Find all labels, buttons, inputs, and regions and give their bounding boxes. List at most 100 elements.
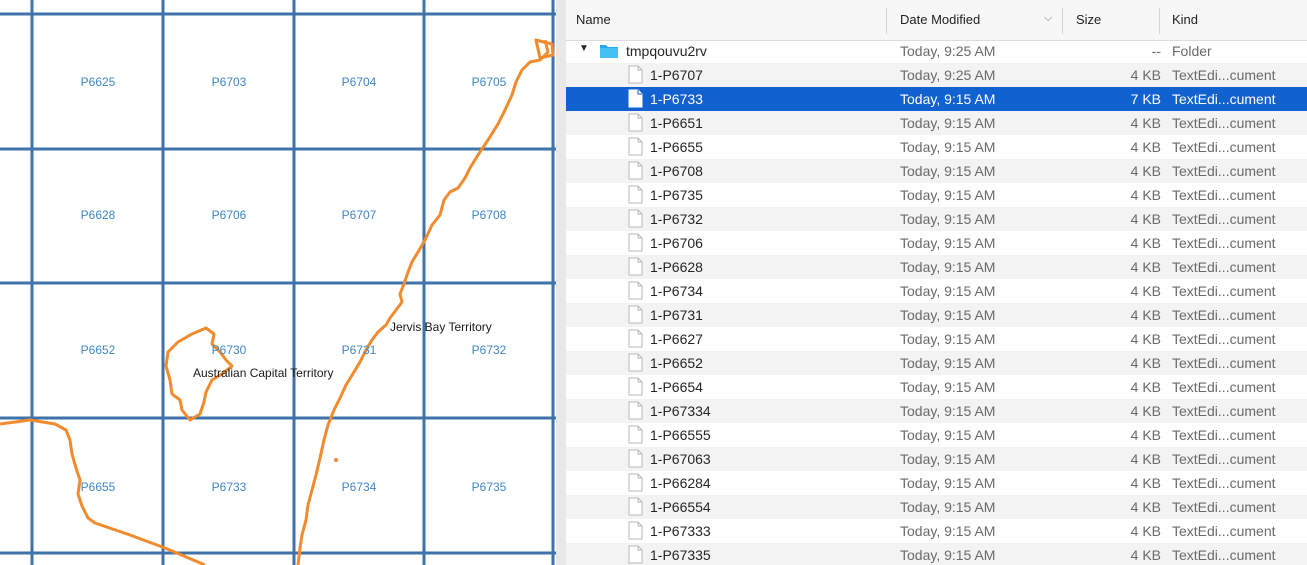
file-size: 4 KB — [1130, 115, 1161, 131]
column-separator[interactable] — [1062, 8, 1063, 34]
file-row[interactable]: 1-P67333 Today, 9:15 AM 4 KB TextEdi...cume… — [566, 519, 1307, 543]
file-row[interactable]: 1-P66555 Today, 9:15 AM 4 KB TextEdi...cume… — [566, 423, 1307, 447]
file-row[interactable]: 1-P6627 Today, 9:15 AM 4 KB TextEdi...cumen… — [566, 327, 1307, 351]
file-row[interactable]: 1-P6628 Today, 9:15 AM 4 KB TextEdi...cumen… — [566, 255, 1307, 279]
document-icon — [628, 281, 643, 300]
column-header-size[interactable]: Size — [1076, 12, 1101, 27]
file-row[interactable]: 1-P6731 Today, 9:15 AM 4 KB TextEdi...cumen… — [566, 303, 1307, 327]
map-cell-label: P6652 — [80, 343, 116, 357]
file-kind: TextEdi...cument — [1172, 547, 1276, 563]
file-date: Today, 9:15 AM — [900, 259, 996, 275]
file-name: 1-P66554 — [650, 499, 711, 515]
file-size: 4 KB — [1130, 475, 1161, 491]
document-icon — [628, 497, 643, 516]
file-row[interactable]: 1-P67334 Today, 9:15 AM 4 KB TextEdi...cume… — [566, 399, 1307, 423]
file-kind: TextEdi...cument — [1172, 355, 1276, 371]
file-date: Today, 9:15 AM — [900, 499, 996, 515]
file-name: 1-P67063 — [650, 451, 711, 467]
file-kind: TextEdi...cument — [1172, 475, 1276, 491]
document-icon — [628, 113, 643, 132]
column-header-kind[interactable]: Kind — [1172, 12, 1198, 27]
map-cell-label: P6625 — [80, 75, 116, 89]
pane-divider[interactable] — [556, 0, 566, 565]
file-date: Today, 9:15 AM — [900, 523, 996, 539]
document-icon — [628, 545, 643, 564]
file-date: Today, 9:15 AM — [900, 91, 996, 107]
finder-list-view[interactable]: Name Date Modified ⌵ Size Kind ▼ tmpqouv… — [566, 0, 1307, 565]
file-row[interactable]: 1-P6732 Today, 9:15 AM 4 KB TextEdi...cumen… — [566, 207, 1307, 231]
file-date: Today, 9:15 AM — [900, 163, 996, 179]
document-icon — [628, 473, 643, 492]
folder-date: Today, 9:25 AM — [900, 43, 996, 59]
document-icon — [628, 137, 643, 156]
file-date: Today, 9:15 AM — [900, 139, 996, 155]
file-name: 1-P67333 — [650, 523, 711, 539]
file-date: Today, 9:15 AM — [900, 355, 996, 371]
document-icon — [628, 65, 643, 84]
file-name: 1-P6733 — [650, 91, 703, 107]
file-name: 1-P6731 — [650, 307, 703, 323]
document-icon — [628, 305, 643, 324]
file-name: 1-P66284 — [650, 475, 711, 491]
file-row[interactable]: 1-P6652 Today, 9:15 AM 4 KB TextEdi...cumen… — [566, 351, 1307, 375]
folder-icon — [600, 45, 618, 58]
file-row[interactable]: 1-P6654 Today, 9:15 AM 4 KB TextEdi...cumen… — [566, 375, 1307, 399]
map-cell-label: P6733 — [211, 480, 247, 494]
folder-row[interactable]: ▼ tmpqouvu2rv Today, 9:25 AM -- Folder — [566, 39, 1307, 63]
file-kind: TextEdi...cument — [1172, 235, 1276, 251]
file-row[interactable]: 1-P67063 Today, 9:15 AM 4 KB TextEdi...cume… — [566, 447, 1307, 471]
document-icon — [628, 233, 643, 252]
folder-name: tmpqouvu2rv — [626, 43, 707, 59]
document-icon — [628, 353, 643, 372]
file-row[interactable]: 1-P6733 Today, 9:15 AM 7 KB TextEdi...cumen… — [566, 87, 1307, 111]
file-name: 1-P6734 — [650, 283, 703, 299]
map-cell-label: P6655 — [80, 480, 116, 494]
file-row[interactable]: 1-P67335 Today, 9:15 AM 4 KB TextEdi...cume… — [566, 543, 1307, 565]
file-name: 1-P6652 — [650, 355, 703, 371]
file-row[interactable]: 1-P6734 Today, 9:15 AM 4 KB TextEdi...cumen… — [566, 279, 1307, 303]
document-icon — [628, 161, 643, 180]
map-view[interactable]: P6625 P6703 P6704 P6705 P6628 P6706 P6707 P6708… — [0, 0, 556, 565]
file-kind: TextEdi...cument — [1172, 331, 1276, 347]
file-row[interactable]: 1-P6655 Today, 9:15 AM 4 KB TextEdi...cumen… — [566, 135, 1307, 159]
file-name: 1-P6655 — [650, 139, 703, 155]
file-row[interactable]: 1-P66554 Today, 9:15 AM 4 KB TextEdi...cume… — [566, 495, 1307, 519]
file-kind: TextEdi...cument — [1172, 67, 1276, 83]
file-row[interactable]: 1-P66284 Today, 9:15 AM 4 KB TextEdi...cume… — [566, 471, 1307, 495]
file-row[interactable]: 1-P6735 Today, 9:15 AM 4 KB TextEdi...cumen… — [566, 183, 1307, 207]
file-name: 1-P6735 — [650, 187, 703, 203]
file-kind: TextEdi...cument — [1172, 115, 1276, 131]
document-icon — [628, 185, 643, 204]
map-cell-label: P6705 — [471, 75, 507, 89]
file-kind: TextEdi...cument — [1172, 523, 1276, 539]
file-name: 1-P6628 — [650, 259, 703, 275]
file-size: 4 KB — [1130, 235, 1161, 251]
folder-kind: Folder — [1172, 43, 1212, 59]
file-size: 4 KB — [1130, 499, 1161, 515]
file-date: Today, 9:15 AM — [900, 187, 996, 203]
file-size: 4 KB — [1130, 283, 1161, 299]
disclosure-triangle-icon[interactable]: ▼ — [579, 43, 589, 54]
column-separator[interactable] — [1159, 8, 1160, 34]
file-date: Today, 9:15 AM — [900, 235, 996, 251]
column-header-name[interactable]: Name — [576, 12, 611, 27]
file-row[interactable]: 1-P6707 Today, 9:25 AM 4 KB TextEdi...cumen… — [566, 63, 1307, 87]
file-kind: TextEdi...cument — [1172, 379, 1276, 395]
island-dot — [334, 458, 338, 462]
column-separator[interactable] — [886, 8, 887, 34]
column-header: Name Date Modified ⌵ Size Kind — [566, 0, 1307, 41]
file-row[interactable]: 1-P6708 Today, 9:15 AM 4 KB TextEdi...cumen… — [566, 159, 1307, 183]
file-row[interactable]: 1-P6651 Today, 9:15 AM 4 KB TextEdi...cumen… — [566, 111, 1307, 135]
file-size: 4 KB — [1130, 139, 1161, 155]
file-size: 4 KB — [1130, 67, 1161, 83]
document-icon — [628, 521, 643, 540]
file-row[interactable]: 1-P6706 Today, 9:15 AM 4 KB TextEdi...cumen… — [566, 231, 1307, 255]
file-name: 1-P6732 — [650, 211, 703, 227]
file-size: 4 KB — [1130, 427, 1161, 443]
map-cell-label: P6732 — [471, 343, 507, 357]
file-date: Today, 9:15 AM — [900, 403, 996, 419]
file-kind: TextEdi...cument — [1172, 187, 1276, 203]
file-date: Today, 9:15 AM — [900, 475, 996, 491]
column-header-date[interactable]: Date Modified — [900, 12, 980, 27]
file-size: 4 KB — [1130, 307, 1161, 323]
